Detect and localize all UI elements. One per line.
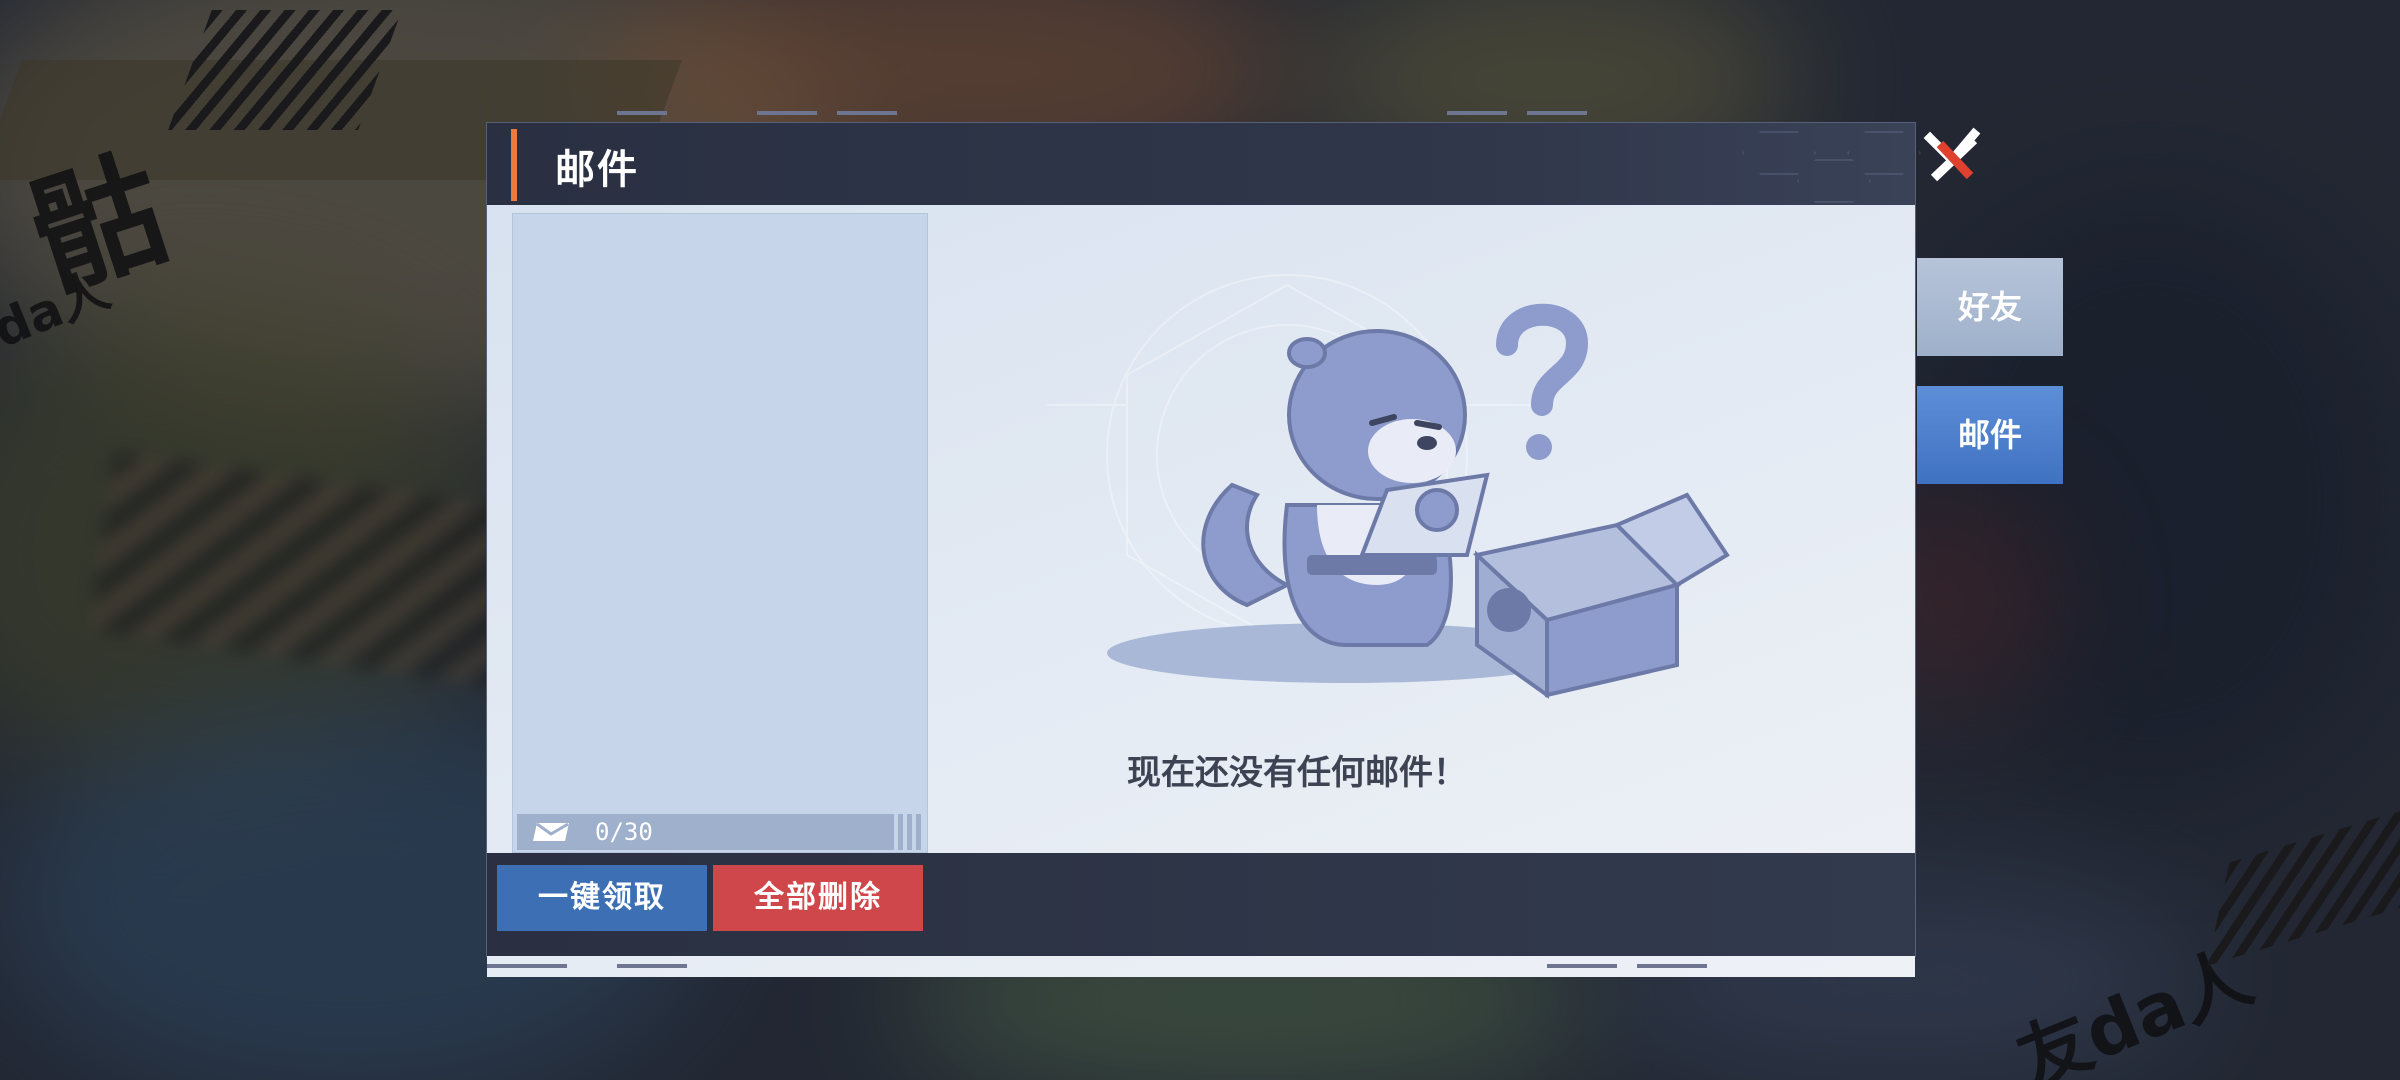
dialog-footer: 一键领取 全部删除: [487, 853, 1915, 956]
close-icon[interactable]: [1922, 126, 1984, 188]
header-accent-bar: [511, 129, 517, 201]
mail-count: 0/30: [595, 818, 653, 846]
question-mark-icon: [1496, 303, 1589, 460]
dialog-top-deco: [487, 111, 1915, 115]
mail-list[interactable]: 0/30: [512, 213, 928, 853]
open-box-icon: [1472, 492, 1730, 699]
otter-mascot: [1047, 274, 1730, 699]
dialog-header: 邮件: [487, 123, 1921, 205]
tab-friends[interactable]: 好友: [1917, 258, 2063, 356]
dialog-bottom-deco: [487, 964, 1915, 968]
dialog-title: 邮件: [555, 147, 639, 193]
mail-dialog: 邮件 0/30 现在还没有任何邮件！ 一键领取 全部删除: [486, 111, 1921, 977]
claim-all-button[interactable]: 一键领取: [497, 865, 707, 931]
mail-icon: [533, 822, 569, 841]
count-bar-deco: [889, 814, 923, 850]
empty-mail-message: 现在还没有任何邮件！: [1127, 753, 1467, 793]
delete-all-button[interactable]: 全部删除: [713, 865, 923, 931]
tab-mail[interactable]: 邮件: [1917, 386, 2063, 484]
mail-count-bar: 0/30: [517, 814, 889, 850]
